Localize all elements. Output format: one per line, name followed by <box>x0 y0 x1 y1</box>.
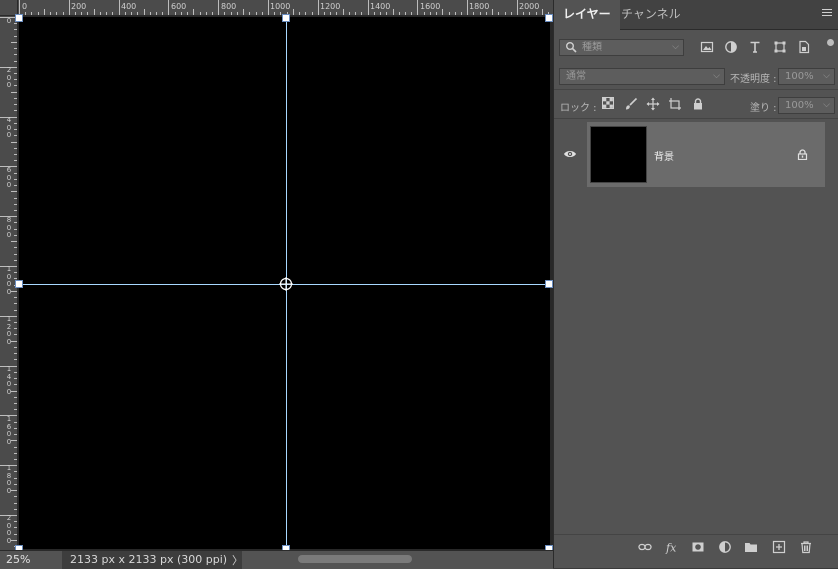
divider <box>554 118 838 119</box>
ruler-tick-label: 600 <box>171 2 187 11</box>
transform-handle-top-left[interactable] <box>15 14 23 22</box>
ruler-tick-label: 800 <box>221 2 237 11</box>
tab-channels[interactable]: チャンネル <box>612 0 690 30</box>
ruler-tick-label: 1800 <box>6 464 12 495</box>
layer-lock-icon[interactable] <box>797 149 808 160</box>
delete-layer-trash-icon[interactable] <box>799 540 813 554</box>
transform-handle-middle-left[interactable] <box>15 280 23 288</box>
tab-layers[interactable]: レイヤー <box>554 0 620 30</box>
ruler-tick-label: 200 <box>6 66 12 89</box>
blend-mode-dropdown[interactable]: 通常 ⌵ <box>559 68 725 85</box>
ruler-tick-label: 0 <box>6 17 12 25</box>
chevron-down-icon: ⌵ <box>672 42 679 52</box>
document-info[interactable]: 2133 px x 2133 px (300 ppi) <box>62 551 242 569</box>
filter-pixel-layers-icon[interactable] <box>700 40 714 54</box>
lock-artboard-icon[interactable] <box>668 97 682 111</box>
ruler-tick-label: 1600 <box>420 2 441 11</box>
document-info-text: 2133 px x 2133 px (300 ppi) <box>70 553 228 566</box>
lock-position-icon[interactable] <box>646 97 660 111</box>
ruler-tick-label: 1000 <box>270 2 291 11</box>
filter-shape-layers-icon[interactable] <box>773 40 787 54</box>
lock-image-pixels-icon[interactable] <box>624 97 638 111</box>
divider <box>554 89 838 90</box>
status-menu-arrow-icon[interactable]: 〉 <box>232 552 243 568</box>
layer-filter-label: 種類 <box>582 42 602 53</box>
ruler-tick-label: 800 <box>6 216 12 239</box>
ruler-tick-label: 2000 <box>519 2 540 11</box>
transform-handle-middle-right[interactable] <box>545 280 553 288</box>
layer-row-background[interactable]: 背景 <box>587 122 825 187</box>
ruler-tick-label: 0 <box>22 2 28 11</box>
filter-smart-object-icon[interactable] <box>797 40 811 54</box>
horizontal-scrollbar[interactable] <box>298 555 412 563</box>
panel-menu-icon[interactable] <box>822 9 832 18</box>
reference-point-icon[interactable] <box>279 277 293 291</box>
add-layer-mask-icon[interactable] <box>691 540 705 554</box>
layer-filter-dropdown[interactable]: 種類 ⌵ <box>559 39 684 56</box>
new-layer-icon[interactable] <box>772 540 786 554</box>
layer-visibility-toggle[interactable] <box>554 122 586 187</box>
transform-handle-top-center[interactable] <box>282 14 290 22</box>
layer-style-fx-icon[interactable]: fx <box>665 540 679 555</box>
fill-label: 塗り : <box>750 103 777 114</box>
lock-label: ロック : <box>560 103 597 114</box>
ruler-tick-label: 2000 <box>6 514 12 545</box>
ruler-tick-label: 1400 <box>6 365 12 396</box>
eye-icon <box>564 151 576 157</box>
filter-type-layers-icon[interactable] <box>748 40 762 54</box>
layers-panel-footer: fx <box>554 534 838 568</box>
status-bar: 25% 2133 px x 2133 px (300 ppi) 〉 <box>0 550 553 569</box>
ruler-tick-label: 1000 <box>6 265 12 296</box>
ruler-tick-label: 1200 <box>320 2 341 11</box>
ruler-tick-label: 400 <box>6 116 12 139</box>
zoom-level[interactable]: 25% <box>6 553 30 566</box>
new-adjustment-layer-icon[interactable] <box>718 540 732 554</box>
chevron-down-icon: ⌵ <box>823 71 830 81</box>
ruler-tick-label: 200 <box>71 2 87 11</box>
opacity-value: 100% <box>785 71 814 82</box>
blend-mode-value: 通常 <box>566 71 586 82</box>
lock-all-icon[interactable] <box>691 97 705 111</box>
new-group-folder-icon[interactable] <box>744 540 758 554</box>
filter-toggle-icon[interactable] <box>827 39 834 46</box>
link-layers-icon[interactable] <box>638 540 652 554</box>
fill-field[interactable]: 100% ⌵ <box>778 97 835 114</box>
fill-value: 100% <box>785 100 814 111</box>
opacity-field[interactable]: 100% ⌵ <box>778 68 835 85</box>
ruler-tick-label: 1400 <box>370 2 391 11</box>
ruler-tick-label: 1200 <box>6 315 12 346</box>
layer-name[interactable]: 背景 <box>654 148 674 163</box>
ruler-tick-label: 600 <box>6 166 12 189</box>
opacity-label: 不透明度 : <box>730 74 777 85</box>
ruler-tick-label: 1800 <box>469 2 490 11</box>
lock-transparent-pixels-icon[interactable] <box>602 97 614 109</box>
chevron-down-icon: ⌵ <box>713 71 720 81</box>
panel-tab-bar: レイヤー チャンネル <box>554 0 838 30</box>
ruler-tick-label: 400 <box>121 2 137 11</box>
chevron-down-icon: ⌵ <box>823 100 830 110</box>
svg-text:fx: fx <box>665 542 677 555</box>
layer-thumbnail[interactable] <box>590 126 647 183</box>
layers-panel: レイヤー チャンネル 種類 ⌵ 通常 ⌵ 不透明度 : 100% ⌵ ロック:… <box>553 0 838 568</box>
filter-adjustment-layers-icon[interactable] <box>724 40 738 54</box>
search-icon <box>566 42 577 53</box>
ruler-tick-label: 1600 <box>6 415 12 446</box>
transform-handle-top-right[interactable] <box>545 14 553 22</box>
